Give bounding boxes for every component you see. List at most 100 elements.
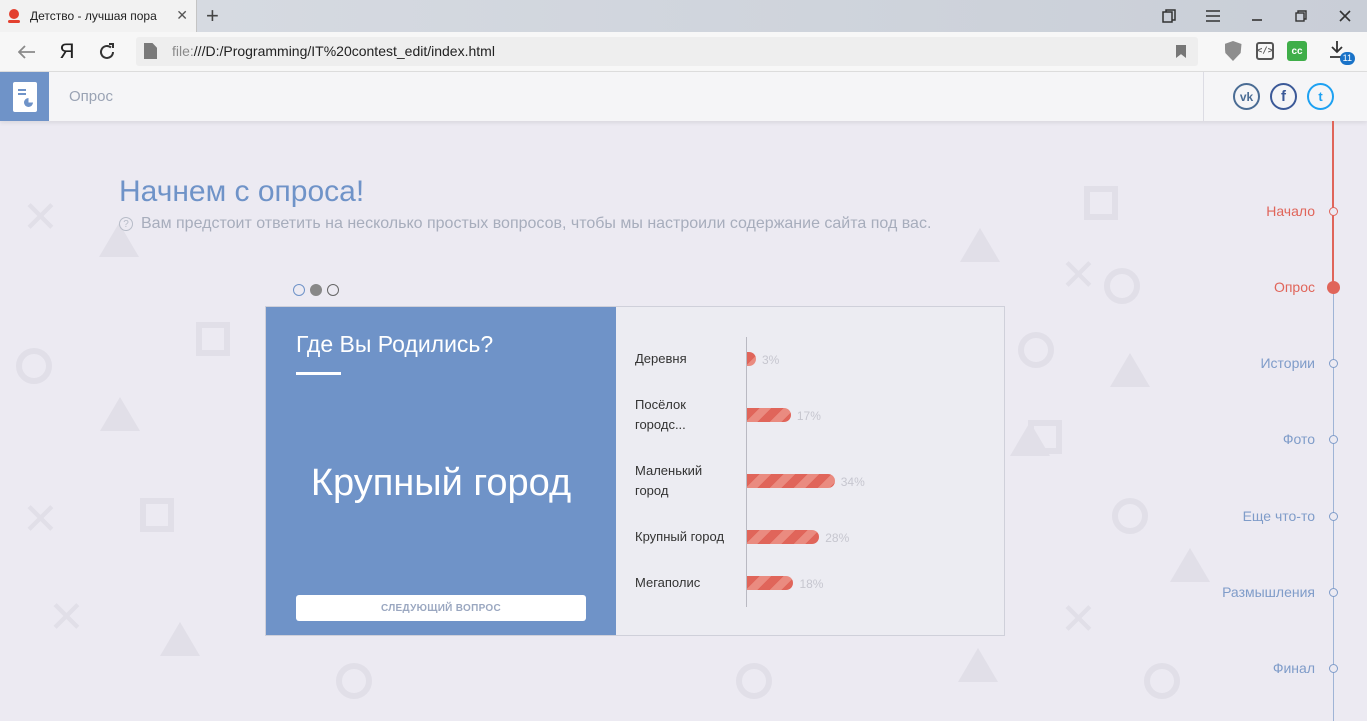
bg-circle-shape [1018, 332, 1054, 368]
bg-square-shape [1084, 186, 1118, 220]
restore-icon[interactable] [1279, 0, 1323, 32]
timeline-item-label[interactable]: Опрос [1274, 279, 1315, 295]
bar-category-label: Маленький город [635, 463, 703, 498]
bar-value-label: 28% [825, 531, 850, 545]
tab-close-icon[interactable]: ✕ [176, 8, 188, 22]
timeline-item-label[interactable]: Начало [1266, 203, 1315, 219]
header-divider [1203, 72, 1204, 121]
url-protocol: file: [172, 43, 194, 59]
bg-triangle-shape [960, 228, 1000, 262]
timeline-item-label[interactable]: Еще что-то [1243, 508, 1315, 524]
bar-category-label: Крупный город [635, 529, 725, 544]
page-subtitle-text: Вам предстоит ответить на несколько прос… [141, 215, 932, 232]
code-extension-icon[interactable]: </> [1254, 40, 1276, 62]
timeline-dot[interactable] [1327, 280, 1340, 294]
timeline-dot[interactable] [1329, 206, 1338, 216]
bg-circle-shape [736, 663, 772, 699]
timeline-item-label[interactable]: Истории [1260, 355, 1315, 371]
bg-square-shape [140, 498, 174, 532]
menu-icon[interactable] [1191, 0, 1235, 32]
browser-tabbar: Детство - лучшая пора ✕ + [0, 0, 1367, 32]
downloads-count-badge: 11 [1339, 52, 1355, 65]
facebook-share-icon[interactable]: f [1270, 83, 1297, 110]
bg-triangle-shape [100, 397, 140, 431]
timeline-dot[interactable] [1329, 358, 1338, 368]
bg-circle-shape [1112, 498, 1148, 534]
browser-tab[interactable]: Детство - лучшая пора ✕ [0, 0, 197, 32]
address-bar-row: Я file:///D:/Programming/IT%20contest_ed… [0, 32, 1367, 72]
bar-category-label: Посёлок городс... [635, 397, 686, 432]
timeline-line-remaining [1333, 287, 1334, 721]
question-panel: Где Вы Родились? Крупный город СЛЕДУЮЩИЙ… [266, 307, 616, 635]
site-logo[interactable] [0, 72, 49, 121]
bg-cross-shape: ✕ [22, 495, 59, 544]
url-path: ///D:/Programming/IT%20contest_edit/inde… [193, 43, 495, 59]
timeline-item-label[interactable]: Финал [1273, 660, 1315, 676]
yandex-logo-icon[interactable]: Я [56, 40, 78, 63]
bg-triangle-shape [1010, 422, 1050, 456]
bar [747, 576, 794, 590]
timeline-dot[interactable] [1329, 434, 1338, 444]
tabs-manager-icon[interactable] [1147, 0, 1191, 32]
bg-circle-shape [336, 663, 372, 699]
back-arrow-icon[interactable] [16, 41, 38, 63]
vk-share-icon[interactable]: vk [1233, 83, 1260, 110]
window-controls [1147, 0, 1367, 32]
next-question-button[interactable]: СЛЕДУЮЩИЙ ВОПРОС [296, 595, 586, 621]
page-title: Начнем с опроса! [119, 175, 365, 208]
url-input[interactable]: file:///D:/Programming/IT%20contest_edit… [136, 37, 1198, 66]
bg-cross-shape: ✕ [1060, 595, 1097, 644]
survey-card: Где Вы Родились? Крупный город СЛЕДУЮЩИЙ… [265, 306, 1005, 636]
bg-triangle-shape [1110, 353, 1150, 387]
reload-icon[interactable] [96, 41, 118, 63]
timeline-dot[interactable] [1329, 663, 1338, 673]
bar-value-label: 18% [799, 577, 824, 591]
protect-shield-icon[interactable] [1222, 40, 1244, 62]
timeline-dot[interactable] [1329, 511, 1338, 521]
minimize-icon[interactable] [1235, 0, 1279, 32]
downloads-icon[interactable]: 11 [1326, 40, 1355, 65]
bar [747, 474, 835, 488]
bg-circle-shape [16, 348, 52, 384]
question-underline [296, 372, 341, 375]
tab-title: Детство - лучшая пора [30, 9, 157, 23]
bar [747, 352, 756, 366]
page-subtitle: ? Вам предстоит ответить на несколько пр… [119, 215, 931, 233]
bar [747, 408, 791, 422]
bar-value-label: 17% [796, 409, 821, 423]
answers-bar-chart: Деревня 3% Посёлок городс... 17% Маленький гор… [616, 307, 1004, 635]
slide-dots [293, 284, 339, 296]
timeline-dot[interactable] [1329, 587, 1338, 597]
bg-triangle-shape [160, 622, 200, 656]
site-section-label: Опрос [69, 88, 113, 105]
timeline-line-completed [1332, 121, 1334, 287]
yandex-favicon-icon [8, 9, 20, 23]
new-tab-button[interactable]: + [206, 5, 219, 27]
bg-cross-shape: ✕ [48, 593, 85, 642]
bar-category-label: Деревня [635, 351, 687, 366]
question-title: Где Вы Родились? [296, 331, 494, 357]
site-header: Опрос vk f t [0, 72, 1367, 121]
document-chart-icon [12, 81, 37, 112]
selected-answer: Крупный город [310, 462, 572, 504]
slide-dot[interactable] [327, 284, 339, 296]
bg-cross-shape: ✕ [1060, 251, 1097, 300]
bookmark-icon[interactable] [1176, 45, 1186, 58]
timeline-item-label[interactable]: Размышления [1222, 584, 1315, 600]
bg-triangle-shape [958, 648, 998, 682]
cc-extension-icon[interactable]: cc [1286, 40, 1308, 62]
twitter-share-icon[interactable]: t [1307, 83, 1334, 110]
slide-dot[interactable] [293, 284, 305, 296]
bar-category-label: Мегаполис [635, 575, 701, 590]
bg-circle-shape [1144, 663, 1180, 699]
slide-dot[interactable] [310, 284, 322, 296]
bar-value-label: 3% [762, 353, 780, 367]
chart-axis-line [746, 337, 747, 607]
bg-cross-shape: ✕ [22, 193, 59, 242]
url-text: file:///D:/Programming/IT%20contest_edit… [172, 43, 495, 59]
bg-square-shape [196, 322, 230, 356]
close-window-icon[interactable] [1323, 0, 1367, 32]
bg-triangle-shape [1170, 548, 1210, 582]
timeline-item-label[interactable]: Фото [1283, 431, 1315, 447]
file-page-icon [144, 43, 157, 59]
